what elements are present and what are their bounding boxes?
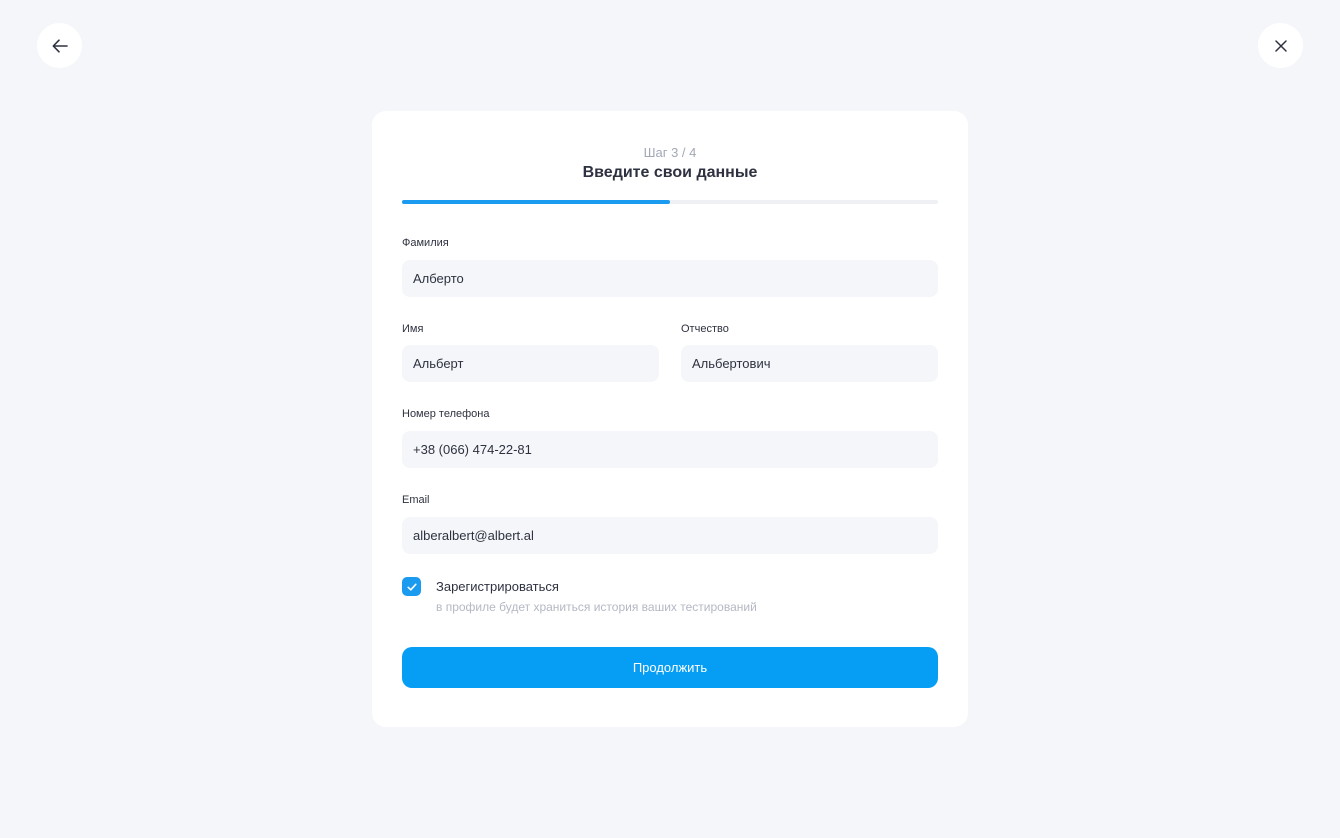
first-name-field[interactable] (402, 345, 659, 382)
register-label[interactable]: Зарегистрироваться (436, 579, 559, 594)
email-field[interactable] (402, 517, 938, 554)
checkmark-icon (406, 581, 418, 593)
step-indicator: Шаг 3 / 4 (643, 145, 697, 160)
continue-button[interactable]: Продолжить (402, 647, 938, 688)
page-title: Введите свои данные (582, 164, 758, 181)
first-name-label: Имя (402, 323, 424, 335)
middle-name-label: Отчество (681, 323, 729, 335)
close-button[interactable] (1258, 23, 1303, 68)
register-hint: в профиле будет храниться история ваших … (436, 600, 757, 614)
last-name-field[interactable] (402, 260, 938, 297)
email-label: Email (402, 494, 430, 506)
arrow-left-icon (51, 37, 69, 55)
registration-card: Шаг 3 / 4 Введите свои данные Фамилия Им… (372, 111, 968, 727)
progress-bar (402, 200, 938, 204)
back-button[interactable] (37, 23, 82, 68)
register-checkbox[interactable] (402, 577, 421, 596)
last-name-label: Фамилия (402, 237, 449, 249)
middle-name-field[interactable] (681, 345, 938, 382)
progress-bar-fill (402, 200, 670, 204)
close-icon (1274, 39, 1288, 53)
phone-label: Номер телефона (402, 408, 490, 420)
phone-field[interactable] (402, 431, 938, 468)
